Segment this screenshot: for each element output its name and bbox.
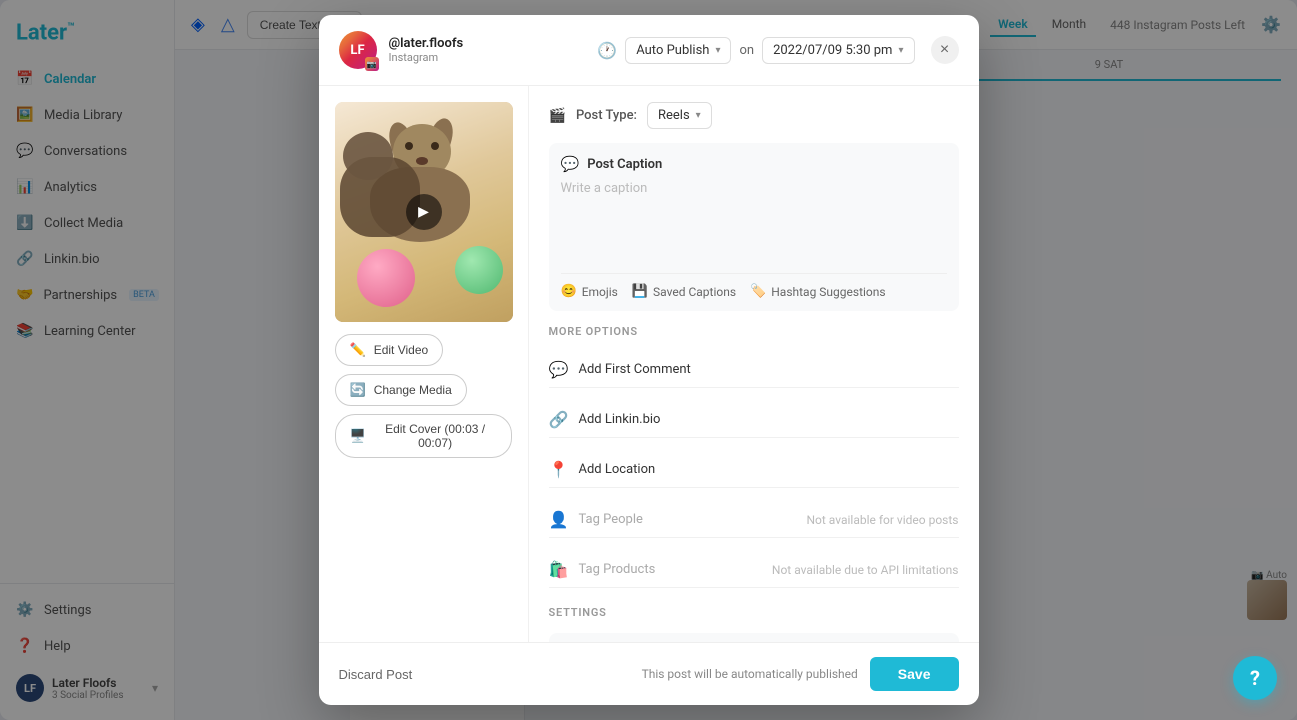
- add-linkin-bio-row[interactable]: 🔗 Add Linkin.bio: [549, 402, 959, 438]
- auto-publish-note: This post will be automatically publishe…: [642, 667, 858, 681]
- tag-people-icon: 👤: [549, 510, 569, 529]
- play-button[interactable]: ▶: [406, 194, 442, 230]
- post-modal: LF 📷 @later.floofs Instagram 🕐 Auto Publ…: [319, 15, 979, 705]
- close-button[interactable]: ×: [931, 36, 959, 64]
- edit-icon: ✏️: [350, 342, 366, 358]
- tag-products-note: Not available due to API limitations: [772, 563, 959, 577]
- dog2-head: [343, 132, 393, 180]
- edit-video-button[interactable]: ✏️ Edit Video: [335, 334, 444, 366]
- add-first-comment-row[interactable]: 💬 Add First Comment: [549, 352, 959, 388]
- settings-section-label: SETTINGS: [549, 606, 959, 619]
- caption-placeholder: Write a caption: [561, 181, 648, 196]
- cover-icon: 🖥️: [350, 428, 366, 444]
- emoji-icon: 😊: [561, 284, 577, 299]
- account-info: @later.floofs Instagram: [389, 36, 464, 64]
- footer-right: This post will be automatically publishe…: [642, 657, 959, 691]
- date-dropdown[interactable]: 2022/07/09 5:30 pm ▾: [762, 37, 914, 64]
- saved-captions-button[interactable]: 💾 Saved Captions: [632, 284, 736, 299]
- caption-title: Post Caption: [587, 157, 662, 172]
- hashtag-suggestions-button[interactable]: 🏷️ Hashtag Suggestions: [750, 284, 886, 299]
- chevron-down-icon: ▾: [715, 45, 720, 56]
- tag-people-label: Tag People: [579, 512, 643, 527]
- add-first-comment-label: Add First Comment: [579, 362, 691, 377]
- tag-people-row[interactable]: 👤 Tag People Not available for video pos…: [549, 502, 959, 538]
- ball-pink: [357, 249, 415, 307]
- account-platform: Instagram: [389, 51, 464, 64]
- discard-post-button[interactable]: Discard Post: [339, 667, 413, 682]
- comment-icon: 💬: [549, 360, 569, 379]
- ball-green: [455, 246, 503, 294]
- modal-overlay: LF 📷 @later.floofs Instagram 🕐 Auto Publ…: [0, 0, 1297, 720]
- add-linkin-bio-label: Add Linkin.bio: [579, 412, 661, 427]
- link-icon: 🔗: [549, 410, 569, 429]
- modal-header-right: 🕐 Auto Publish ▾ on 2022/07/09 5:30 pm ▾…: [597, 36, 958, 64]
- help-button[interactable]: ?: [1233, 656, 1277, 700]
- location-pin-icon: 📍: [549, 460, 569, 479]
- hashtag-icon: 🏷️: [750, 284, 766, 299]
- clock-icon: 🕐: [597, 41, 617, 60]
- caption-section: 💬 Post Caption Write a caption 😊 Emojis …: [549, 143, 959, 311]
- modal-body: ▶ ✏️ Edit Video 🔄 Change Media 🖥️ Edit C…: [319, 86, 979, 642]
- save-button[interactable]: Save: [870, 657, 959, 691]
- publish-mode-dropdown[interactable]: Auto Publish ▾: [625, 37, 731, 64]
- action-buttons: ✏️ Edit Video 🔄 Change Media 🖥️ Edit Cov…: [335, 334, 512, 458]
- save-icon: 💾: [632, 284, 648, 299]
- account-avatar: LF 📷: [339, 31, 377, 69]
- caption-header: 💬 Post Caption: [561, 155, 947, 173]
- caption-icon: 💬: [561, 155, 580, 173]
- emojis-button[interactable]: 😊 Emojis: [561, 284, 618, 299]
- chevron-down-icon-date: ▾: [898, 45, 903, 56]
- post-type-icon: 🎬: [549, 108, 566, 124]
- instagram-badge: 📷: [365, 57, 379, 71]
- swap-icon: 🔄: [350, 382, 366, 398]
- add-location-row[interactable]: 📍 Add Location: [549, 452, 959, 488]
- more-options-label: MORE OPTIONS: [549, 325, 959, 338]
- tag-products-icon: 🛍️: [549, 560, 569, 579]
- post-type-select[interactable]: Reels ▾: [647, 102, 712, 129]
- change-media-button[interactable]: 🔄 Change Media: [335, 374, 467, 406]
- modal-footer: Discard Post This post will be automatic…: [319, 642, 979, 705]
- add-location-label: Add Location: [579, 462, 656, 477]
- media-preview: ▶: [335, 102, 513, 322]
- caption-textarea[interactable]: Write a caption: [561, 181, 947, 261]
- tag-people-note: Not available for video posts: [807, 513, 959, 527]
- tag-products-label: Tag Products: [579, 562, 656, 577]
- tag-products-row[interactable]: 🛍️ Tag Products Not available due to API…: [549, 552, 959, 588]
- chevron-down-icon-type: ▾: [696, 110, 701, 121]
- media-panel: ▶ ✏️ Edit Video 🔄 Change Media 🖥️ Edit C…: [319, 86, 529, 642]
- post-type-label: Post Type:: [576, 108, 637, 123]
- on-label: on: [739, 43, 754, 58]
- edit-cover-button[interactable]: 🖥️ Edit Cover (00:03 / 00:07): [335, 414, 512, 458]
- share-to-feed-row[interactable]: 👁️ Share to Feed: [549, 633, 959, 642]
- modal-header: LF 📷 @later.floofs Instagram 🕐 Auto Publ…: [319, 15, 979, 86]
- caption-tools: 😊 Emojis 💾 Saved Captions 🏷️ Hashtag Sug…: [561, 273, 947, 299]
- form-panel: 🎬 Post Type: Reels ▾ 💬 Post Caption Writ…: [529, 86, 979, 642]
- account-name: @later.floofs: [389, 36, 464, 51]
- post-type-row: 🎬 Post Type: Reels ▾: [549, 102, 959, 129]
